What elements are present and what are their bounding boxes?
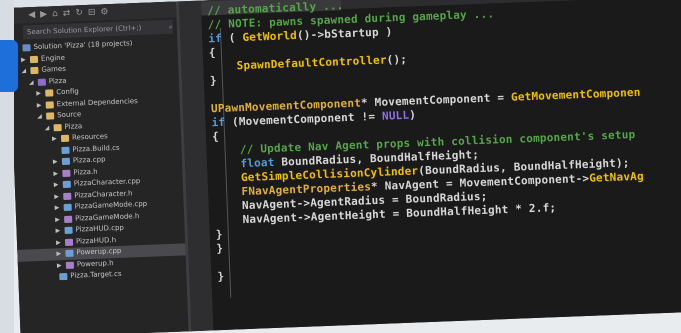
code-token: { [211,130,220,144]
tree-item-label: Config [56,87,79,97]
code-editor[interactable]: // automatically ...// NOTE: pawns spawn… [200,0,681,331]
collapse-arrow-icon[interactable]: ◢ [37,111,43,123]
source-file-icon [62,180,71,189]
search-placeholder: Search Solution Explorer (Ctrl+;) [26,23,142,37]
tree-item-label: Games [41,64,67,74]
solution-explorer-panel: ◀ ▶ ⌂ ⇄ ↻ ⊟ ⚙ Search Solution Explorer (… [8,1,192,333]
solution-icon [22,44,31,52]
tree-item-label: PizzaHUD.cpp [75,223,125,234]
code-token: ) [409,108,417,122]
sync-icon[interactable]: ⇄ [63,9,71,19]
expand-arrow-icon[interactable]: ▶ [53,168,59,180]
settings-icon[interactable]: ⚙ [100,7,108,17]
folder-icon [45,89,54,97]
tree-item-label: Pizza.Target.cs [70,269,122,280]
expand-arrow-icon[interactable]: ▶ [54,202,60,214]
folder-icon [30,67,39,75]
search-icon[interactable]: ⌕ [169,20,173,34]
tree-item-label: Pizza [64,121,83,131]
source-file-icon [64,226,73,235]
code-token: GetWorld [242,28,298,45]
blue-sticker [0,40,18,92]
home-icon[interactable]: ⌂ [52,9,58,19]
header-file-icon [65,261,75,269]
photo-frame: ◀ ▶ ⌂ ⇄ ↻ ⊟ ⚙ Search Solution Explorer (… [0,0,681,333]
code-token: GetNavAg [588,169,645,185]
expand-arrow-icon[interactable]: ▶ [37,99,43,111]
expand-arrow-icon[interactable]: ▶ [56,237,62,249]
expand-arrow-icon[interactable]: ▶ [21,54,27,66]
header-file-icon [62,169,71,177]
folder-icon [45,101,54,109]
header-file-icon [64,238,74,246]
expand-arrow-icon[interactable]: ▶ [56,248,62,260]
expand-arrow-icon[interactable]: ▶ [52,133,58,145]
back-icon[interactable]: ◀ [28,10,35,20]
code-token: (); [386,52,408,67]
code-token: } [216,241,224,256]
code-token: if [211,115,226,130]
code-token: float [212,155,275,172]
tree-item-label: Pizza.cpp [72,155,106,165]
ide-screen: ◀ ▶ ⌂ ⇄ ↻ ⊟ ⚙ Search Solution Explorer (… [8,0,681,333]
expand-arrow-icon[interactable]: ▶ [53,156,59,168]
code-token: if [208,31,223,46]
folder-icon [29,55,39,63]
tree-item-label: Pizza.Build.cs [72,143,120,154]
code-token: ()->bStartup ) [296,25,393,42]
source-file-icon [61,157,71,166]
folder-icon [53,123,62,132]
code-token: NULL [381,108,410,123]
tree-item-label: Pizza [48,76,67,85]
expand-arrow-icon[interactable]: ▶ [55,225,61,237]
collapse-icon[interactable]: ⊟ [88,8,96,18]
code-token: } [215,227,223,242]
expand-arrow-icon[interactable]: ▶ [57,260,63,272]
source-file-icon [59,273,68,281]
source-file-icon [63,203,72,212]
expand-arrow-icon[interactable]: ▶ [55,214,61,226]
solution-search-input[interactable]: Search Solution Explorer (Ctrl+;) ⌕ [22,19,174,40]
refresh-icon[interactable]: ↻ [75,8,83,18]
collapse-arrow-icon[interactable]: ◢ [21,65,27,77]
source-file-icon [61,146,70,154]
collapse-arrow-icon[interactable]: ◢ [29,77,35,89]
expand-arrow-icon[interactable]: ▶ [54,191,60,203]
code-token: } [217,269,225,284]
source-file-icon [65,249,74,258]
expand-arrow-icon[interactable]: ▶ [36,88,42,100]
tree-item-label: Source [56,110,82,120]
code-token: { [208,46,216,60]
solution-tree: Solution 'Pizza' (18 projects) ▶ Engine ◢ Ga… [9,37,186,285]
header-file-icon [64,215,73,223]
tree-item-label: Engine [40,53,66,63]
code-token: } [209,74,218,88]
project-icon [37,78,46,86]
code-token: ( [221,31,243,45]
code-lines: // automatically ...// NOTE: pawns spawn… [207,0,647,284]
folder-icon [46,112,55,120]
tree-item-label: Powerup.cpp [76,246,122,257]
folder-icon [60,135,70,143]
header-file-icon [63,192,72,200]
forward-icon[interactable]: ▶ [40,10,47,20]
collapse-arrow-icon[interactable]: ◢ [44,122,50,134]
tree-item-label: Pizza.h [73,167,98,177]
expand-arrow-icon[interactable]: ▶ [54,179,60,191]
